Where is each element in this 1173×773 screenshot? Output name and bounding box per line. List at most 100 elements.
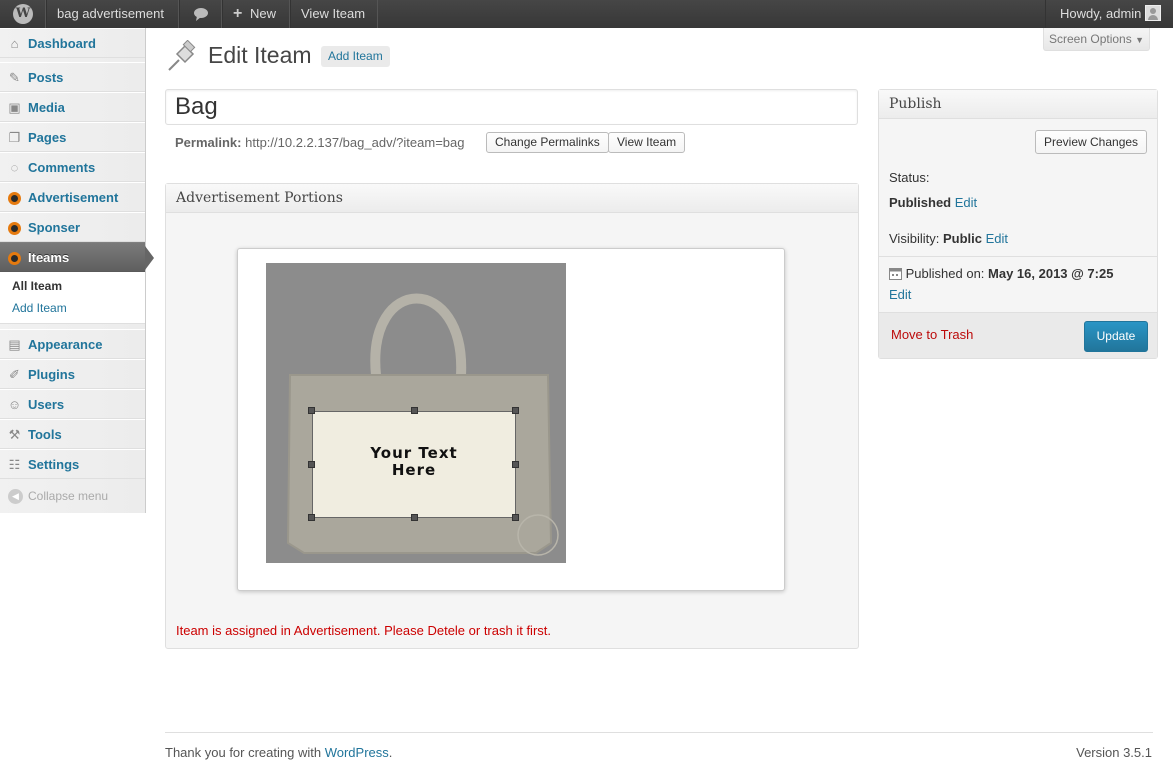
sidebar-item-label: Advertisement (28, 190, 119, 205)
permalink-row: Permalink: http://10.2.2.137/bag_adv/?it… (175, 135, 464, 151)
sidebar-item-dashboard[interactable]: ⌂ Dashboard (0, 28, 145, 58)
advertisement-portions-title[interactable]: Advertisement Portions (166, 184, 858, 213)
view-item-label: View Iteam (301, 6, 366, 21)
published-on-row: Published on: May 16, 2013 @ 7:25 (889, 266, 1113, 281)
bag-image: Your Text Here (266, 263, 566, 563)
status-value: Published (889, 195, 952, 210)
wp-logo-menu[interactable]: W (0, 0, 46, 28)
admin-bar: W bag advertisement + New View Iteam How… (0, 0, 1173, 28)
view-item-button[interactable]: View Iteam (608, 132, 686, 153)
screen-options-button[interactable]: Screen Options ▼ (1043, 28, 1150, 51)
footer-thanks: Thank you for creating with WordPress. (165, 745, 392, 760)
comment-bubble-icon (194, 8, 208, 21)
resize-handle-s[interactable] (411, 514, 418, 521)
edit-visibility-link[interactable]: Edit (986, 231, 1008, 246)
visibility-label: Visibility: (889, 231, 940, 246)
comments-link[interactable] (179, 0, 222, 28)
published-on-label: Published on: (905, 266, 985, 281)
footer-version: Version 3.5.1 (1076, 745, 1152, 760)
sidebar-item-appearance[interactable]: ▤ Appearance (0, 329, 145, 359)
resize-handle-n[interactable] (411, 407, 418, 414)
sidebar-item-label: Users (28, 397, 65, 412)
sidebar-item-settings[interactable]: ☷ Settings (0, 449, 145, 479)
plugins-icon: ✐ (9, 367, 20, 382)
post-title-input[interactable]: Bag (165, 89, 858, 125)
sidebar-item-label: Posts (28, 70, 64, 85)
settings-icon: ☷ (8, 457, 21, 472)
tools-icon: ⚒ (8, 427, 21, 442)
publish-box: Publish Preview Changes Status: Publishe… (878, 89, 1158, 359)
ad-text-region[interactable]: Your Text Here (312, 411, 516, 518)
update-button[interactable]: Update (1084, 321, 1148, 352)
change-permalinks-button[interactable]: Change Permalinks (486, 132, 609, 153)
advertisement-canvas: Your Text Here (237, 248, 785, 591)
edit-date-link[interactable]: Edit (889, 287, 911, 302)
resize-handle-nw[interactable] (308, 407, 315, 414)
permalink-label: Permalink: (175, 135, 242, 150)
users-icon: ☺ (7, 397, 22, 412)
resize-handle-ne[interactable] (512, 407, 519, 414)
permalink-url[interactable]: http://10.2.2.137/bag_adv/?iteam=bag (245, 135, 464, 150)
collapse-arrow-icon: ◀ (8, 489, 23, 504)
sidebar-item-advertisement[interactable]: Advertisement (0, 182, 145, 212)
pin-icon: ✎ (9, 70, 20, 85)
sidebar-item-label: Iteams (28, 250, 70, 265)
site-name-label: bag advertisement (57, 6, 164, 21)
footer-thanks-text: Thank you for creating with (165, 745, 322, 760)
wordpress-link[interactable]: WordPress (325, 745, 389, 760)
submenu-all-iteam[interactable]: All Iteam (12, 279, 62, 293)
sidebar-item-comments[interactable]: ◌ Comments (0, 152, 145, 182)
sidebar-item-label: Appearance (28, 337, 103, 352)
move-to-trash-link[interactable]: Move to Trash (891, 327, 973, 342)
chevron-down-icon: ▼ (1135, 35, 1144, 45)
resize-handle-w[interactable] (308, 461, 315, 468)
edit-status-link[interactable]: Edit (955, 195, 977, 210)
publish-box-title[interactable]: Publish (879, 90, 1157, 119)
published-on-value: May 16, 2013 @ 7:25 (988, 266, 1114, 281)
ad-text-line-2: Here (391, 461, 437, 479)
sidebar-item-plugins[interactable]: ✐ Plugins (0, 359, 145, 389)
site-name-link[interactable]: bag advertisement (46, 0, 179, 28)
visibility-row: Visibility: Public Edit (889, 231, 1008, 246)
footer-period: . (388, 745, 393, 760)
status-label: Status: (889, 170, 930, 185)
sidebar-item-sponser[interactable]: Sponser (0, 212, 145, 242)
sidebar-item-pages[interactable]: ❐ Pages (0, 122, 145, 152)
sidebar-item-label: Dashboard (28, 36, 96, 51)
new-content-menu[interactable]: + New (222, 0, 290, 28)
sidebar-item-label: Pages (28, 130, 67, 145)
plugin-circle-icon (8, 192, 21, 205)
submenu-add-iteam[interactable]: Add Iteam (12, 301, 67, 315)
sidebar-item-label: Media (28, 100, 65, 115)
error-message: Iteam is assigned in Advertisement. Plea… (176, 623, 552, 638)
screen-options-label: Screen Options (1049, 32, 1132, 46)
sidebar-item-iteams[interactable]: Iteams (0, 242, 154, 272)
pushpin-icon (168, 40, 196, 71)
sidebar-item-label: Sponser (28, 220, 81, 235)
advertisement-portions-box: Advertisement Portions Your Text Here It… (165, 183, 859, 649)
new-label: New (249, 6, 276, 21)
pages-icon: ❐ (8, 130, 21, 145)
preview-changes-button[interactable]: Preview Changes (1035, 130, 1148, 154)
sidebar-item-users[interactable]: ☺ Users (0, 389, 145, 419)
plus-icon: + (233, 5, 243, 22)
my-account-menu[interactable]: Howdy, admin (1045, 0, 1173, 28)
sidebar-item-media[interactable]: ▣ Media (0, 92, 145, 122)
view-item-link[interactable]: View Iteam (290, 0, 378, 28)
add-new-button[interactable]: Add Iteam (321, 46, 390, 67)
resize-handle-sw[interactable] (308, 514, 315, 521)
wordpress-logo-icon: W (13, 4, 33, 24)
comments-icon: ◌ (10, 160, 19, 175)
sidebar-item-label: Tools (28, 427, 62, 442)
admin-sidebar: ⌂ Dashboard ✎ Posts ▣ Media ❐ Pages ◌ Co… (0, 28, 154, 513)
iteams-submenu: All Iteam Add Iteam (0, 272, 145, 324)
resize-handle-e[interactable] (512, 461, 519, 468)
visibility-value: Public (942, 231, 982, 246)
status-row: Published Edit (889, 195, 977, 210)
resize-handle-se[interactable] (512, 514, 519, 521)
sidebar-item-posts[interactable]: ✎ Posts (0, 62, 145, 92)
avatar-icon (1145, 5, 1161, 21)
collapse-menu-button[interactable]: ◀ Collapse menu (0, 480, 145, 513)
sidebar-item-label: Settings (28, 457, 80, 472)
sidebar-item-tools[interactable]: ⚒ Tools (0, 419, 145, 449)
